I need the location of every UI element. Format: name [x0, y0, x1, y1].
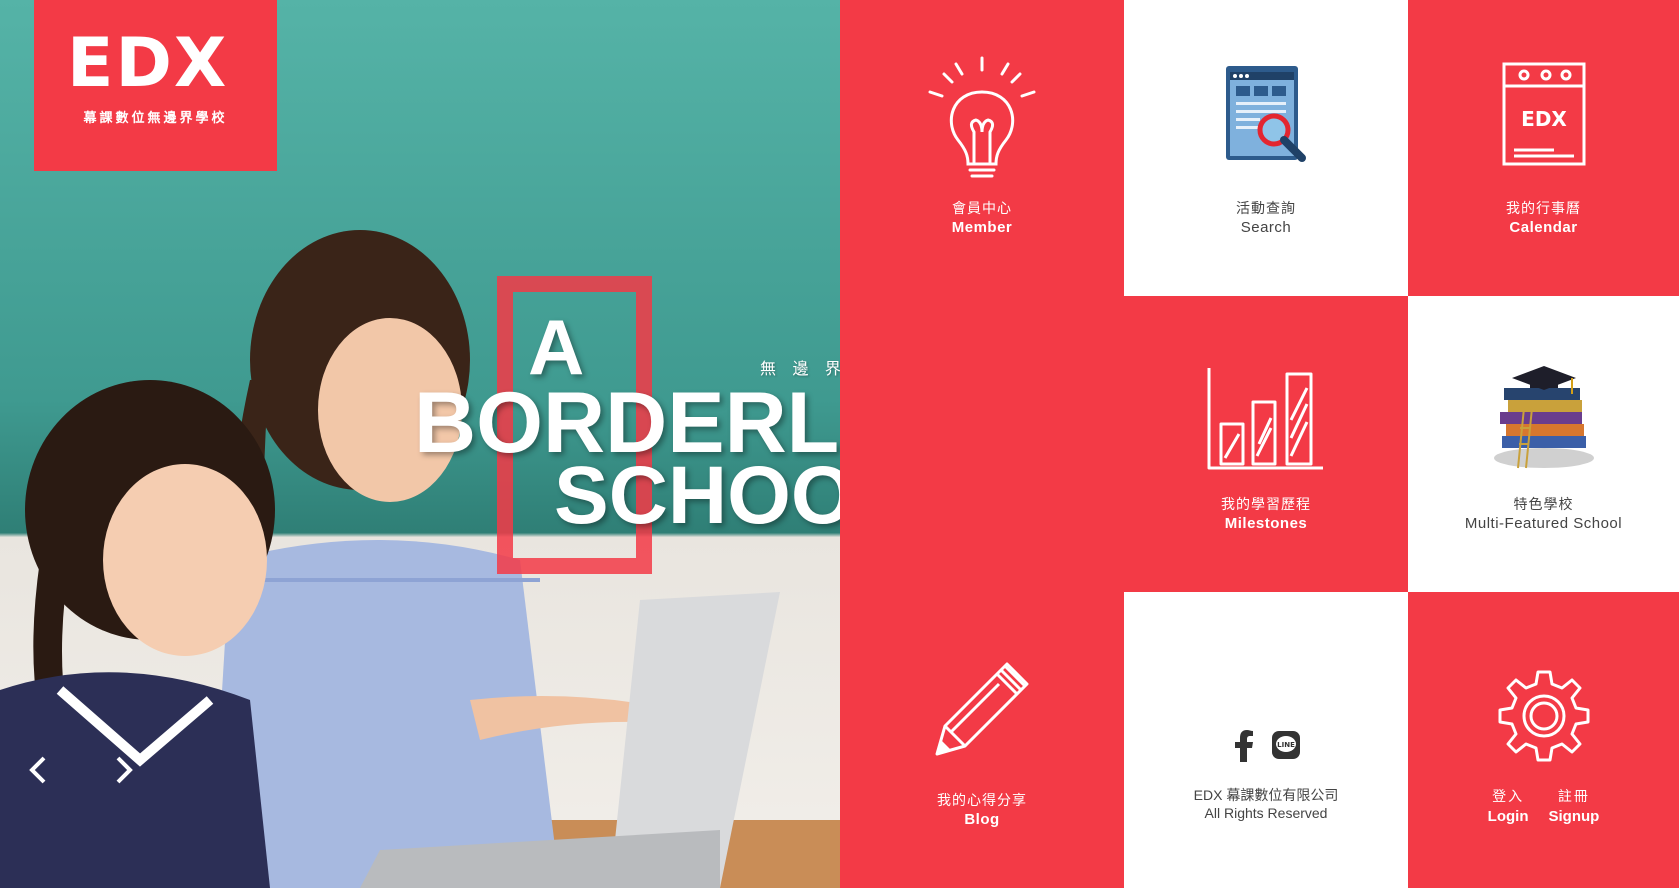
signup-label-en: Signup: [1548, 808, 1600, 825]
tile-school-label-en: Multi-Featured School: [1464, 515, 1623, 532]
logo-brand-text: EDX: [67, 24, 229, 103]
tile-milestones-label-zh: 我的學習歷程: [1221, 496, 1311, 512]
calendar-icon: EDX: [1502, 62, 1585, 166]
gear-icon: [1498, 670, 1589, 762]
login-label-zh: 登入: [1492, 788, 1525, 804]
carousel-next-button[interactable]: [108, 752, 138, 788]
tile-empty-red: [840, 296, 1124, 592]
tile-calendar[interactable]: EDX 我的行事曆 Calendar: [1408, 0, 1679, 296]
facebook-icon: [1235, 730, 1253, 762]
tile-footer: LINE EDX 幕課數位有限公司 All Rights Reserved: [1124, 592, 1408, 888]
line-icon: LINE: [1272, 731, 1300, 759]
tile-login: 登入 Login 註冊 Signup: [1408, 592, 1679, 888]
tile-school[interactable]: 特色學校 Multi-Featured School: [1408, 296, 1679, 592]
books-graduation-cap-icon: [1493, 366, 1594, 469]
pencil-icon: [935, 662, 1029, 756]
tile-blog-label-en: Blog: [964, 811, 1000, 828]
social-links: LINE: [1124, 730, 1408, 767]
tile-blog[interactable]: 我的心得分享 Blog: [840, 592, 1124, 888]
tile-blog-label-zh: 我的心得分享: [937, 792, 1027, 808]
chevron-left-icon: [29, 756, 46, 784]
hero-banner: EDX 幕課數位無邊界學校 A BORDERLESS SCHOOL: [0, 0, 840, 888]
tile-milestones[interactable]: 我的學習歷程 Milestones: [1124, 296, 1408, 592]
bar-chart-icon: [1207, 368, 1323, 470]
auth-links: 登入 Login 註冊 Signup: [1408, 786, 1679, 825]
tile-calendar-label-zh: 我的行事曆: [1506, 200, 1581, 216]
tile-school-label-zh: 特色學校: [1513, 496, 1574, 512]
carousel-prev-button[interactable]: [24, 752, 54, 788]
tile-search-label-en: Search: [1240, 219, 1292, 236]
hero-title-word-3: SCHOOL: [554, 450, 840, 541]
line-link[interactable]: LINE: [1271, 730, 1301, 767]
company-name: EDX 幕課數位有限公司: [1193, 787, 1339, 803]
edx-logo[interactable]: EDX 幕課數位無邊界學校: [34, 0, 277, 171]
tile-search[interactable]: 活動查詢 Search: [1124, 0, 1408, 296]
tile-milestones-label-en: Milestones: [1224, 515, 1308, 532]
signup-link[interactable]: 註冊 Signup: [1549, 786, 1600, 825]
login-link[interactable]: 登入 Login: [1488, 786, 1529, 825]
tile-member-label-zh: 會員中心: [952, 200, 1012, 216]
signup-label-zh: 註冊: [1557, 788, 1590, 804]
tile-search-label-zh: 活動查詢: [1236, 200, 1296, 216]
tile-member[interactable]: 會員中心 Member: [840, 0, 1124, 296]
tile-member-label-en: Member: [951, 219, 1013, 236]
tile-calendar-label-en: Calendar: [1509, 219, 1578, 236]
svg-text:EDX: EDX: [1521, 107, 1567, 131]
search-document-icon: [1226, 66, 1306, 162]
logo-tagline: 幕課數位無邊界學校: [83, 110, 228, 125]
chevron-right-icon: [116, 756, 133, 784]
login-label-en: Login: [1487, 808, 1529, 825]
facebook-link[interactable]: [1231, 730, 1257, 767]
lightbulb-icon: [928, 56, 1036, 178]
copyright-text: All Rights Reserved: [1204, 805, 1328, 821]
svg-text:LINE: LINE: [1277, 741, 1295, 749]
